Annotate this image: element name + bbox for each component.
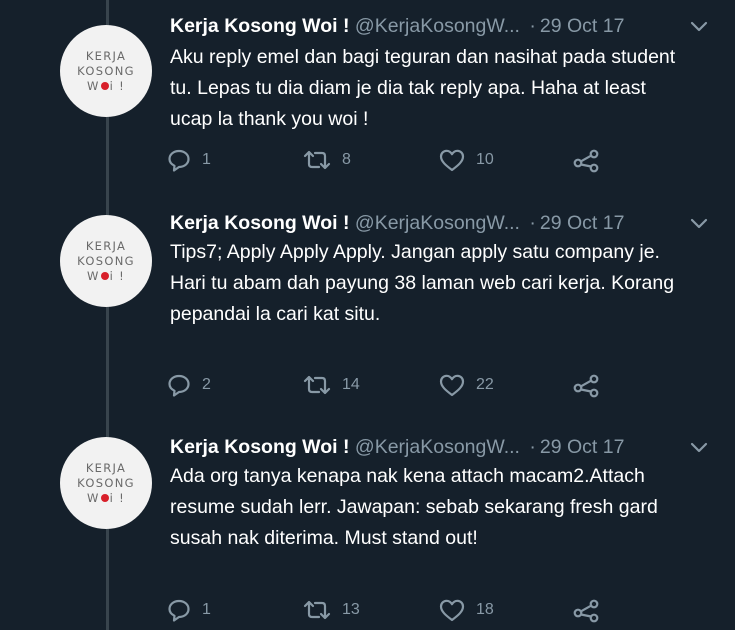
tweet-date[interactable]: 29 Oct 17	[540, 15, 625, 37]
retweet-button[interactable]: 8	[302, 145, 351, 175]
tweet-actions: 1 13 18	[166, 595, 616, 625]
retweet-count: 14	[342, 376, 360, 393]
avatar-text-line3: Wi !	[87, 79, 125, 94]
author-handle[interactable]: @KerjaKosongW...	[355, 212, 520, 234]
like-button[interactable]: 18	[438, 595, 494, 625]
tweet-date[interactable]: 29 Oct 17	[540, 212, 625, 234]
retweet-icon	[303, 150, 331, 170]
like-button[interactable]: 22	[438, 370, 494, 400]
avatar-text-line1: KERJA	[85, 48, 127, 63]
share-icon	[573, 149, 599, 173]
avatar-text-line3: Wi !	[87, 269, 125, 284]
avatar[interactable]: KERJA KOSONG Wi !	[60, 437, 152, 529]
tweet-header: Kerja Kosong Woi ! @KerjaKosongW... · 29 …	[170, 209, 710, 237]
tweet-actions: 2 14 22	[166, 370, 616, 400]
avatar-text-line2: KOSONG	[77, 63, 135, 78]
share-button[interactable]	[572, 145, 602, 175]
separator: ·	[529, 212, 536, 234]
tweet-date[interactable]: 29 Oct 17	[540, 436, 625, 458]
avatar-text-line1: KERJA	[85, 460, 127, 475]
like-icon	[439, 149, 465, 172]
tweet-text: Ada org tanya kenapa nak kena attach mac…	[170, 465, 658, 549]
avatar[interactable]: KERJA KOSONG Wi !	[60, 25, 152, 117]
avatar-red-dot	[100, 271, 109, 280]
avatar[interactable]: KERJA KOSONG Wi !	[60, 215, 152, 307]
retweet-button[interactable]: 14	[302, 370, 360, 400]
reply-button[interactable]: 2	[166, 370, 211, 400]
avatar-text-line2: KOSONG	[77, 475, 135, 490]
like-icon	[439, 599, 465, 622]
share-icon	[573, 599, 599, 623]
tweet[interactable]: KERJA KOSONG Wi ! Kerja Kosong Woi ! @Ke…	[0, 195, 735, 415]
avatar-text-rest: i !	[109, 268, 126, 283]
author-name[interactable]: Kerja Kosong Woi !	[170, 212, 349, 234]
avatar-text-w: W	[86, 78, 100, 93]
reply-count: 2	[202, 376, 211, 393]
author-handle[interactable]: @KerjaKosongW...	[355, 436, 520, 458]
avatar-text-line3: Wi !	[87, 491, 125, 506]
like-count: 10	[476, 151, 494, 168]
reply-button[interactable]: 1	[166, 595, 211, 625]
reply-count: 1	[202, 151, 211, 168]
chevron-down-icon[interactable]	[688, 436, 710, 458]
avatar-text-line2: KOSONG	[77, 253, 135, 268]
tweet-header: Kerja Kosong Woi ! @KerjaKosongW... · 29 …	[170, 433, 710, 461]
avatar-text-rest: i !	[109, 490, 126, 505]
like-icon	[439, 374, 465, 397]
author-handle[interactable]: @KerjaKosongW...	[355, 15, 520, 37]
share-icon	[573, 374, 599, 398]
tweet-text: Aku reply emel dan bagi teguran dan nasi…	[170, 46, 676, 130]
reply-icon	[168, 374, 190, 397]
avatar-red-dot	[100, 81, 109, 90]
share-button[interactable]	[572, 370, 602, 400]
share-button[interactable]	[572, 595, 602, 625]
like-count: 22	[476, 376, 494, 393]
author-name[interactable]: Kerja Kosong Woi !	[170, 15, 349, 37]
retweet-button[interactable]: 13	[302, 595, 360, 625]
avatar-red-dot	[100, 493, 109, 502]
avatar-text-w: W	[86, 268, 100, 283]
reply-icon	[168, 599, 190, 622]
reply-icon	[168, 149, 190, 172]
retweet-count: 13	[342, 601, 360, 618]
chevron-down-icon[interactable]	[688, 212, 710, 234]
like-button[interactable]: 10	[438, 145, 494, 175]
tweet-text: Tips7; Apply Apply Apply. Jangan apply s…	[170, 241, 675, 325]
tweet-actions: 1 8 10	[166, 145, 616, 175]
retweet-icon	[303, 375, 331, 395]
avatar-text-w: W	[86, 490, 100, 505]
separator: ·	[529, 436, 536, 458]
chevron-down-icon[interactable]	[688, 15, 710, 37]
avatar-text-rest: i !	[109, 78, 126, 93]
tweet[interactable]: KERJA KOSONG Wi ! Kerja Kosong Woi ! @Ke…	[0, 0, 735, 195]
retweet-count: 8	[342, 151, 351, 168]
tweet-thread: KERJA KOSONG Wi ! Kerja Kosong Woi ! @Ke…	[0, 0, 735, 630]
reply-button[interactable]: 1	[166, 145, 211, 175]
reply-count: 1	[202, 601, 211, 618]
like-count: 18	[476, 601, 494, 618]
tweet-header: Kerja Kosong Woi ! @KerjaKosongW... · 29 …	[170, 12, 710, 40]
author-name[interactable]: Kerja Kosong Woi !	[170, 436, 349, 458]
tweet[interactable]: KERJA KOSONG Wi ! Kerja Kosong Woi ! @Ke…	[0, 415, 735, 630]
avatar-text-line1: KERJA	[85, 238, 127, 253]
retweet-icon	[303, 600, 331, 620]
separator: ·	[529, 15, 536, 37]
